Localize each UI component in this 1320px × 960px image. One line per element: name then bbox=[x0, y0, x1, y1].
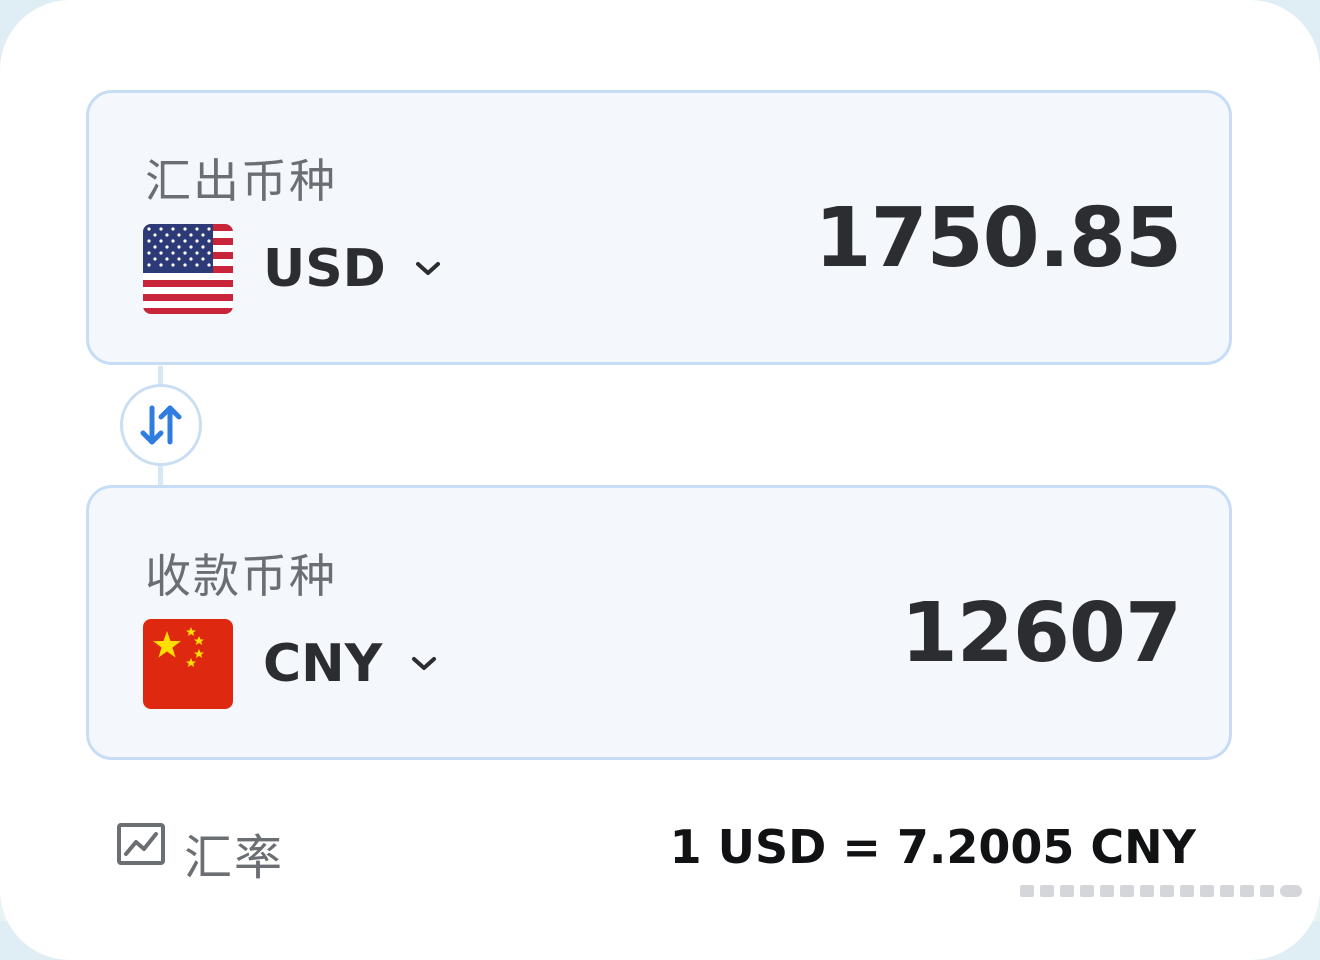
exchange-rate-row: 汇率 1 USD = 7.2005 CNY bbox=[116, 818, 1196, 886]
receive-currency-code: CNY bbox=[263, 634, 383, 694]
exchange-rate-value: 1 USD = 7.2005 CNY bbox=[669, 820, 1196, 874]
trend-chart-icon bbox=[117, 823, 165, 865]
converter-card: 汇出币种 USD 1750.85 收款币种 CNY 12607 汇率 1 USD… bbox=[0, 0, 1320, 960]
receive-currency-panel: 收款币种 CNY 12607 bbox=[86, 485, 1232, 760]
receive-amount-input[interactable]: 12607 bbox=[901, 586, 1182, 681]
swap-arrows-icon bbox=[140, 405, 182, 445]
watermark-decoration bbox=[1020, 885, 1302, 897]
send-currency-selector[interactable]: USD bbox=[143, 221, 442, 317]
send-currency-code: USD bbox=[263, 239, 386, 299]
send-currency-label: 汇出币种 bbox=[145, 154, 337, 208]
cn-flag-icon bbox=[143, 619, 233, 709]
chevron-down-icon bbox=[415, 262, 440, 275]
chevron-down-icon bbox=[412, 657, 437, 670]
send-currency-panel: 汇出币种 USD 1750.85 bbox=[86, 90, 1232, 365]
receive-currency-selector[interactable]: CNY bbox=[143, 616, 438, 712]
receive-currency-label: 收款币种 bbox=[145, 549, 337, 603]
us-flag-icon bbox=[143, 224, 233, 314]
exchange-rate-label: 汇率 bbox=[184, 830, 285, 886]
swap-currencies-button[interactable] bbox=[120, 384, 202, 466]
send-amount-input[interactable]: 1750.85 bbox=[815, 191, 1182, 286]
